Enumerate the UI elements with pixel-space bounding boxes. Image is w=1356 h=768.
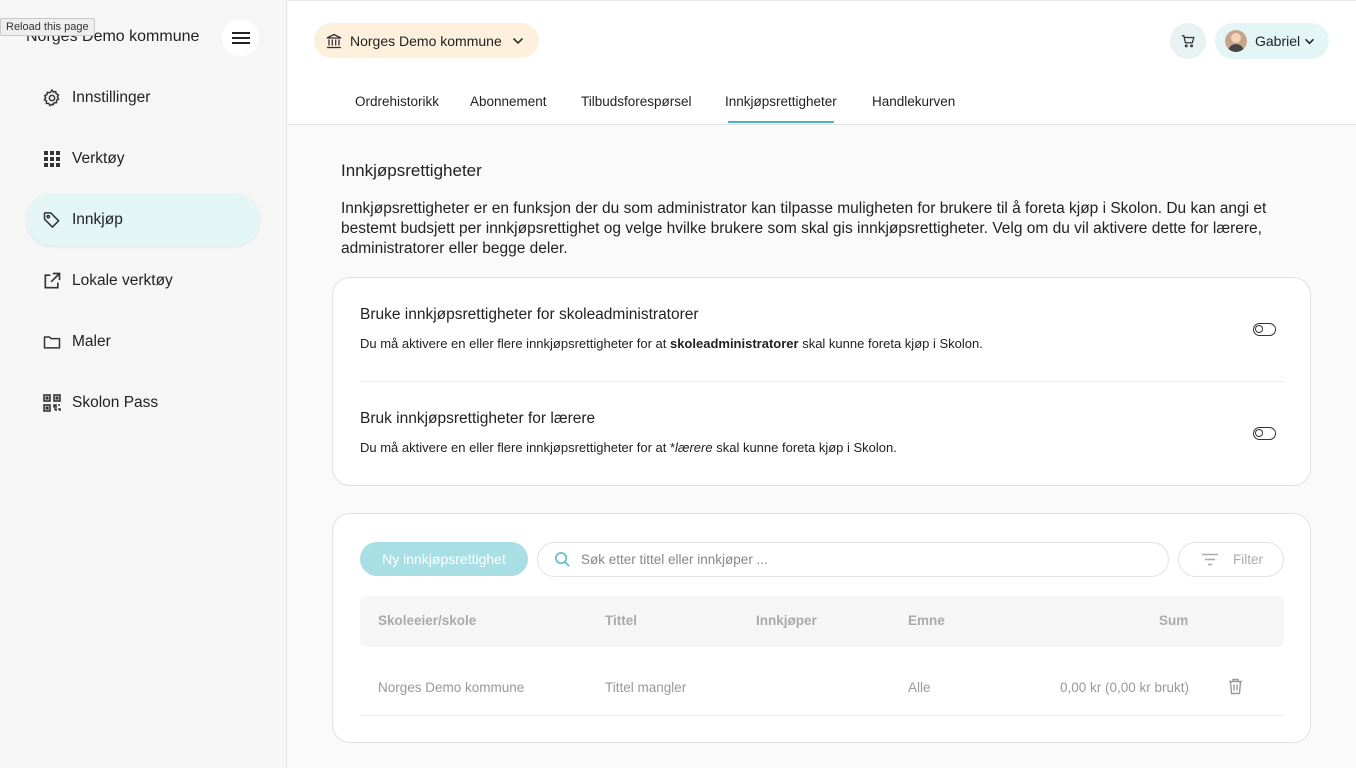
folder-icon [41,331,63,353]
avatar [1225,30,1247,52]
sidebar-item-verktoy[interactable]: Verktøy [26,132,260,185]
sidebar-item-lokale-verktoy[interactable]: Lokale verktøy [26,254,260,307]
column-header-owner[interactable]: Skoleeier/skole [378,613,476,628]
purchase-rights-list-card: Ny innkjøpsrettighet Søk etter tittel el… [332,513,1311,743]
org-name: Norges Demo kommune [350,32,502,49]
teacher-permission-row: Bruk innkjøpsrettigheter for lærere Du m… [360,410,1284,455]
chevron-down-icon [1304,38,1315,45]
cell-owner: Norges Demo kommune [378,680,525,695]
table-header: Skoleeier/skole Tittel Innkjøper Emne Su… [360,596,1284,647]
admin-permission-desc: Du må aktivere en eller flere innkjøpsre… [360,336,983,351]
user-name: Gabriel [1255,33,1301,49]
tab-ordrehistorikk[interactable]: Ordrehistorikk [355,94,439,109]
divider [360,381,1284,382]
sidebar-item-label: Skolon Pass [72,393,159,411]
bank-icon [326,33,342,49]
column-header-buyer[interactable]: Innkjøper [756,613,817,628]
intro-text: Innkjøpsrettigheter er en funksjon der d… [341,200,1267,257]
sidebar-item-label: Lokale verktøy [72,271,173,289]
tabs-bar: Ordrehistorikk Abonnement Tilbudsforespø… [288,80,1356,125]
sidebar-item-label: Innstillinger [72,88,151,106]
menu-button[interactable] [222,19,259,56]
search-field[interactable]: Søk etter tittel eller innkjøper ... [537,542,1169,577]
permissions-card: Bruke innkjøpsrettigheter for skoleadmin… [332,277,1311,486]
tab-handlekurven[interactable]: Handlekurven [872,94,955,109]
column-header-subject[interactable]: Emne [908,613,945,628]
org-selector[interactable]: Norges Demo kommune [314,23,539,58]
sidebar-item-label: Verktøy [72,149,125,167]
sidebar-item-label: Innkjøp [72,210,123,228]
sidebar-item-label: Maler [72,332,111,350]
tab-tilbudsforesporsel[interactable]: Tilbudsforespørsel [581,94,692,109]
teacher-permission-title: Bruk innkjøpsrettigheter for lærere [360,410,596,427]
cell-title: Tittel mangler [605,680,687,695]
search-icon [554,551,571,568]
chevron-down-icon [512,37,524,45]
cart-icon [1181,34,1195,48]
trash-icon[interactable] [1228,678,1243,695]
main-content: Innkjøpsrettigheter Innkjøpsrettigheter … [288,125,1356,768]
page-title: Innkjøpsrettigheter [341,161,482,180]
admin-permission-toggle[interactable] [1253,323,1276,336]
sidebar-item-skolon-pass[interactable]: Skolon Pass [26,376,260,429]
new-purchase-right-button[interactable]: Ny innkjøpsrettighet [360,542,528,576]
cart-button[interactable] [1170,23,1206,59]
admin-permission-row: Bruke innkjøpsrettigheter for skoleadmin… [360,306,1284,351]
tab-innkjopsrettigheter[interactable]: Innkjøpsrettigheter [725,94,837,123]
cell-subject: Alle [908,680,931,695]
qr-code-icon [41,392,63,414]
sidebar: Norges Demo kommune Reload this page Inn… [0,0,287,768]
sidebar-item-innkjop[interactable]: Innkjøp [26,193,260,246]
sidebar-item-innstillinger[interactable]: Innstillinger [26,71,260,124]
gear-icon [41,87,63,109]
header: Norges Demo kommune Gabriel [288,0,1356,80]
admin-permission-title: Bruke innkjøpsrettigheter for skoleadmin… [360,306,699,323]
cell-sum: 0,00 kr (0,00 kr brukt) [1059,680,1189,695]
column-header-title[interactable]: Tittel [605,613,637,628]
sidebar-item-maler[interactable]: Maler [26,315,260,368]
tag-icon [41,209,63,231]
user-menu-button[interactable]: Gabriel [1215,23,1329,59]
hamburger-icon [231,31,250,45]
grid-icon [41,148,63,170]
filter-icon [1201,553,1219,566]
search-placeholder: Søk etter tittel eller innkjøper ... [581,552,768,567]
external-link-icon [41,270,63,292]
filter-label: Filter [1233,552,1263,567]
filter-button[interactable]: Filter [1178,542,1284,577]
sidebar-nav: Innstillinger Verktøy Innkjøp Lokale ver… [26,71,260,437]
teacher-permission-desc: Du må aktivere en eller flere innkjøpsre… [360,440,897,455]
teacher-permission-toggle[interactable] [1253,427,1276,440]
table-row[interactable]: Norges Demo kommune Tittel mangler Alle … [360,654,1284,716]
tab-abonnement[interactable]: Abonnement [470,94,547,109]
column-header-sum[interactable]: Sum [1159,613,1188,628]
reload-tooltip: Reload this page [0,18,95,36]
